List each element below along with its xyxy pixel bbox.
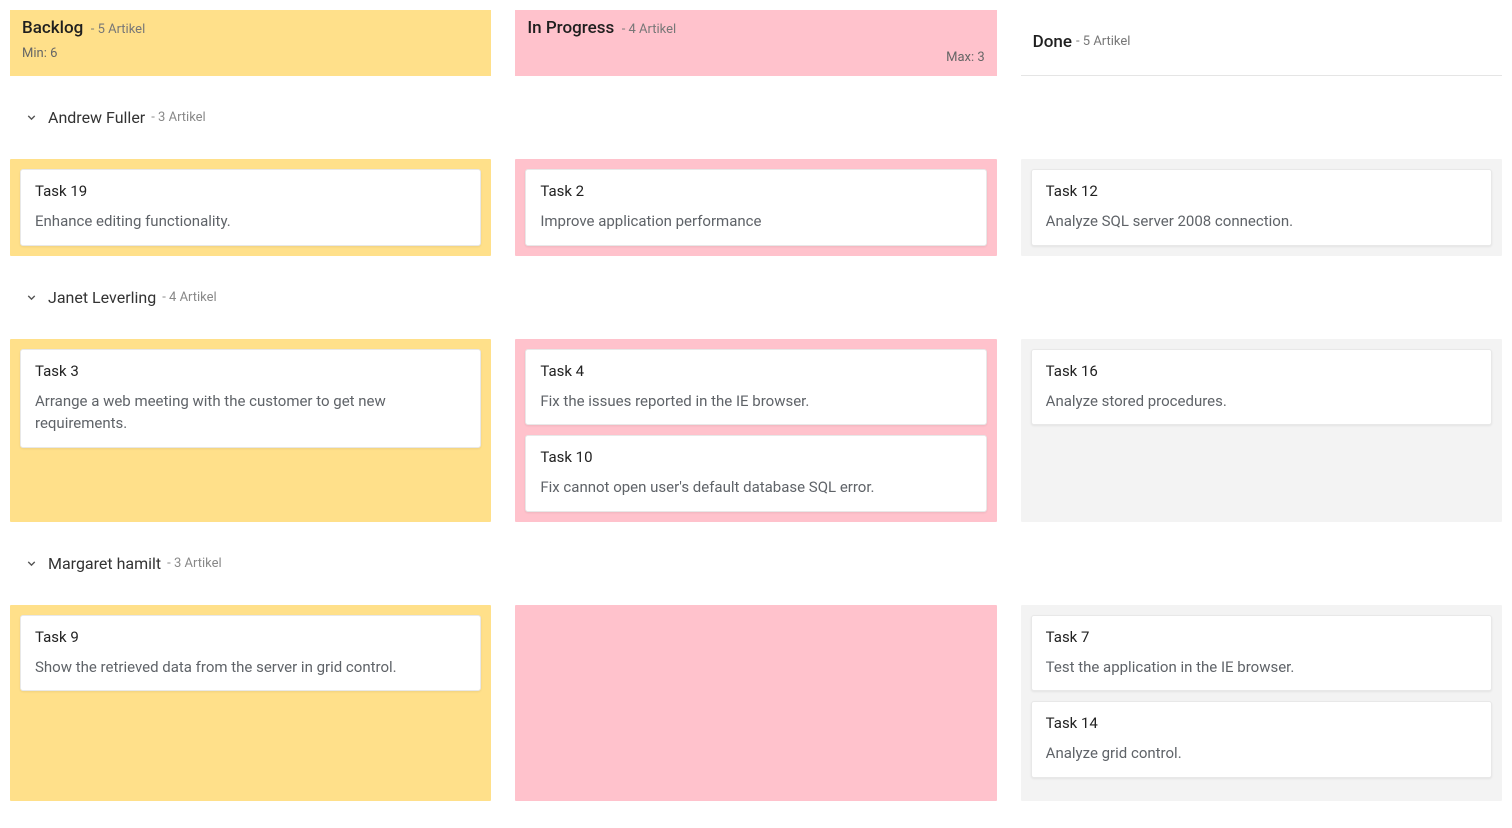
cell-backlog[interactable]: Task 9 Show the retrieved data from the … — [10, 605, 491, 801]
swimlane-header[interactable]: Janet Leverling - 4 Artikel — [10, 280, 1502, 315]
card-title: Task 4 — [540, 362, 971, 380]
cell-backlog[interactable]: Task 19 Enhance editing functionality. — [10, 159, 491, 256]
card-desc: Test the application in the IE browser. — [1046, 656, 1477, 679]
cell-inprogress[interactable]: Task 2 Improve application performance — [515, 159, 996, 256]
cell-done[interactable]: Task 7 Test the application in the IE br… — [1021, 605, 1502, 801]
card-desc: Arrange a web meeting with the customer … — [35, 390, 466, 435]
column-title: In Progress — [527, 18, 614, 38]
card-desc: Improve application performance — [540, 210, 971, 233]
card-title: Task 16 — [1046, 362, 1477, 380]
swimlane-name: Janet Leverling — [48, 288, 156, 307]
card-title: Task 14 — [1046, 714, 1477, 732]
kanban-card[interactable]: Task 4 Fix the issues reported in the IE… — [525, 349, 986, 426]
card-title: Task 7 — [1046, 628, 1477, 646]
kanban-card[interactable]: Task 7 Test the application in the IE br… — [1031, 615, 1492, 692]
column-limit: Max: 3 — [946, 50, 985, 65]
swimlane-count: - 4 Artikel — [162, 290, 216, 305]
column-count: - 4 Artikel — [622, 22, 676, 37]
kanban-card[interactable]: Task 9 Show the retrieved data from the … — [20, 615, 481, 692]
column-header-backlog[interactable]: Backlog - 5 Artikel Min: 6 — [10, 10, 491, 76]
card-desc: Fix cannot open user's default database … — [540, 476, 971, 499]
swimlane-header[interactable]: Andrew Fuller - 3 Artikel — [10, 100, 1502, 135]
card-desc: Analyze SQL server 2008 connection. — [1046, 210, 1477, 233]
cell-backlog[interactable]: Task 3 Arrange a web meeting with the cu… — [10, 339, 491, 522]
column-count: - 5 Artikel — [91, 22, 145, 37]
kanban-card[interactable]: Task 2 Improve application performance — [525, 169, 986, 246]
cell-done[interactable]: Task 12 Analyze SQL server 2008 connecti… — [1021, 159, 1502, 256]
card-desc: Enhance editing functionality. — [35, 210, 466, 233]
column-title: Backlog — [22, 18, 83, 38]
card-title: Task 19 — [35, 182, 466, 200]
card-desc: Fix the issues reported in the IE browse… — [540, 390, 971, 413]
kanban-card[interactable]: Task 3 Arrange a web meeting with the cu… — [20, 349, 481, 448]
kanban-card[interactable]: Task 10 Fix cannot open user's default d… — [525, 435, 986, 512]
card-title: Task 2 — [540, 182, 971, 200]
kanban-card[interactable]: Task 12 Analyze SQL server 2008 connecti… — [1031, 169, 1492, 246]
swimlane-count: - 3 Artikel — [167, 556, 221, 571]
kanban-card[interactable]: Task 14 Analyze grid control. — [1031, 701, 1492, 778]
kanban-card[interactable]: Task 16 Analyze stored procedures. — [1031, 349, 1492, 426]
card-title: Task 12 — [1046, 182, 1477, 200]
card-desc: Show the retrieved data from the server … — [35, 656, 466, 679]
column-count: - 5 Artikel — [1076, 34, 1130, 49]
column-title: Done — [1033, 32, 1072, 52]
kanban-board: Backlog - 5 Artikel Min: 6 In Progress -… — [0, 0, 1512, 811]
card-desc: Analyze grid control. — [1046, 742, 1477, 765]
kanban-card[interactable]: Task 19 Enhance editing functionality. — [20, 169, 481, 246]
cell-inprogress[interactable]: Task 4 Fix the issues reported in the IE… — [515, 339, 996, 522]
swimlane-header[interactable]: Margaret hamilt - 3 Artikel — [10, 546, 1502, 581]
swimlane-count: - 3 Artikel — [151, 110, 205, 125]
cell-inprogress[interactable] — [515, 605, 996, 801]
swimlane-name: Andrew Fuller — [48, 108, 145, 127]
card-title: Task 3 — [35, 362, 466, 380]
swimlane-name: Margaret hamilt — [48, 554, 161, 573]
chevron-down-icon — [22, 554, 40, 572]
card-title: Task 10 — [540, 448, 971, 466]
column-limit: Min: 6 — [22, 46, 479, 61]
card-title: Task 9 — [35, 628, 466, 646]
card-desc: Analyze stored procedures. — [1046, 390, 1477, 413]
chevron-down-icon — [22, 109, 40, 127]
column-header-done[interactable]: Done - 5 Artikel — [1021, 10, 1502, 76]
cell-done[interactable]: Task 16 Analyze stored procedures. — [1021, 339, 1502, 522]
chevron-down-icon — [22, 288, 40, 306]
column-header-inprogress[interactable]: In Progress - 4 Artikel Max: 3 — [515, 10, 996, 76]
